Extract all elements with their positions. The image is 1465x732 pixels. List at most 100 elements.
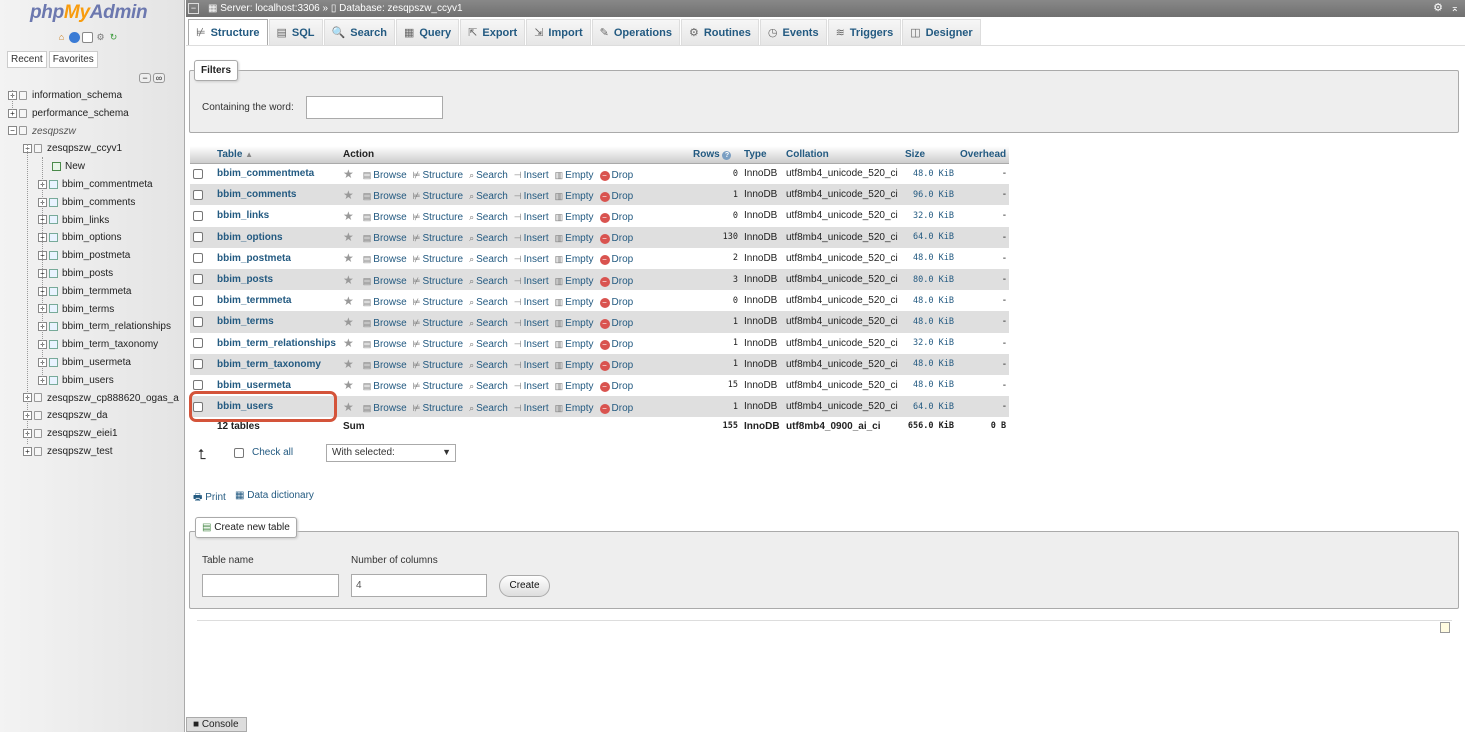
table-name[interactable]: bbim_usermeta	[217, 380, 291, 391]
tab-events[interactable]: ◷ Events	[759, 19, 827, 45]
tree-item[interactable]: + bbim_links	[38, 212, 109, 230]
drop-action[interactable]: − Drop	[599, 212, 633, 223]
browse-action[interactable]: ▤ Browse	[363, 297, 407, 308]
insert-action[interactable]: ⊣ Insert	[514, 381, 549, 392]
size-cell[interactable]: 48.0 KiB	[902, 374, 957, 397]
search-action[interactable]: ⌕ Search	[469, 170, 508, 181]
empty-action[interactable]: ▥ Empty	[555, 191, 594, 202]
insert-action[interactable]: ⊣ Insert	[514, 297, 549, 308]
row-checkbox[interactable]	[193, 316, 203, 327]
size-cell[interactable]: 48.0 KiB	[902, 290, 957, 312]
drop-action[interactable]: − Drop	[599, 276, 633, 287]
size-cell[interactable]: 48.0 KiB	[902, 311, 957, 333]
size-cell[interactable]: 48.0 KiB	[902, 247, 957, 269]
size-cell[interactable]: 48.0 KiB	[902, 353, 957, 375]
tree-item[interactable]: − zesqpszw	[8, 123, 76, 141]
insert-action[interactable]: ⊣ Insert	[514, 339, 549, 350]
tree-item[interactable]: + bbim_options	[38, 229, 121, 247]
structure-action[interactable]: ⊭ Structure	[413, 233, 463, 244]
breadcrumb-server[interactable]: Server: localhost:3306	[220, 3, 320, 14]
tab-sql[interactable]: ▤ SQL	[268, 19, 323, 45]
insert-action[interactable]: ⊣ Insert	[514, 170, 549, 181]
empty-action[interactable]: ▥ Empty	[555, 339, 594, 350]
star-icon[interactable]: ★	[343, 209, 354, 223]
reload-icon[interactable]: ↻	[108, 32, 119, 43]
star-icon[interactable]: ★	[343, 251, 354, 265]
browse-action[interactable]: ▤ Browse	[363, 339, 407, 350]
tree-item[interactable]: + bbim_comments	[38, 194, 135, 212]
gear-icon[interactable]: ⚙	[1433, 0, 1443, 17]
row-checkbox[interactable]	[193, 210, 203, 221]
tree-item[interactable]: + bbim_terms	[38, 301, 114, 319]
star-icon[interactable]: ★	[343, 167, 354, 181]
search-action[interactable]: ⌕ Search	[469, 297, 508, 308]
size-cell[interactable]: 32.0 KiB	[902, 332, 957, 354]
drop-action[interactable]: − Drop	[599, 233, 633, 245]
tree-item[interactable]: + bbim_termmeta	[38, 283, 131, 301]
row-checkbox[interactable]	[193, 253, 203, 264]
tree-item[interactable]: + bbim_commentmeta	[38, 176, 153, 194]
header-overhead[interactable]: Overhead	[957, 146, 1010, 164]
home-icon[interactable]: ⌂	[56, 32, 67, 43]
logout-icon[interactable]	[69, 32, 80, 43]
header-collation[interactable]: Collation	[783, 146, 902, 164]
tab-search[interactable]: 🔍 Search	[323, 19, 395, 45]
tree-item[interactable]: + bbim_usermeta	[38, 354, 131, 372]
table-name-cell[interactable]: bbim_posts	[214, 268, 340, 291]
size-cell[interactable]: 80.0 KiB	[902, 268, 957, 291]
number-of-columns-input[interactable]: 4	[351, 574, 487, 597]
recent-tab[interactable]: Recent	[7, 51, 47, 68]
phpmyadmin-logo[interactable]: phpMyAdmin	[30, 2, 148, 24]
tree-item[interactable]: + bbim_users	[38, 372, 114, 390]
insert-action[interactable]: ⊣ Insert	[514, 233, 549, 244]
browse-action[interactable]: ▤ Browse	[363, 191, 407, 202]
expand-icon[interactable]: −	[8, 126, 17, 136]
browse-action[interactable]: ▤ Browse	[363, 212, 407, 223]
star-icon[interactable]: ★	[343, 378, 354, 392]
table-name-cell[interactable]: bbim_term_taxonomy	[214, 353, 340, 375]
settings-icon[interactable]: ⚙	[95, 32, 106, 43]
help-icon[interactable]: ?	[722, 150, 732, 160]
insert-action[interactable]: ⊣ Insert	[514, 318, 549, 329]
search-action[interactable]: ⌕ Search	[469, 360, 508, 371]
structure-action[interactable]: ⊭ Structure	[413, 403, 463, 414]
table-name-cell[interactable]: bbim_options	[214, 226, 340, 248]
structure-action[interactable]: ⊭ Structure	[413, 191, 463, 202]
table-name-cell[interactable]: bbim_links	[214, 205, 340, 227]
structure-action[interactable]: ⊭ Structure	[413, 297, 463, 308]
size-cell[interactable]: 64.0 KiB	[902, 226, 957, 248]
header-type[interactable]: Type	[741, 146, 783, 164]
table-name-cell[interactable]: bbim_terms	[214, 311, 340, 333]
empty-action[interactable]: ▥ Empty	[555, 170, 594, 181]
search-action[interactable]: ⌕ Search	[469, 339, 508, 350]
browse-action[interactable]: ▤ Browse	[363, 360, 407, 371]
empty-action[interactable]: ▥ Empty	[555, 254, 594, 265]
table-name[interactable]: bbim_postmeta	[217, 253, 291, 264]
empty-action[interactable]: ▥ Empty	[555, 212, 594, 223]
insert-action[interactable]: ⊣ Insert	[514, 276, 549, 287]
tab-triggers[interactable]: ≋ Triggers	[827, 19, 902, 45]
size-cell[interactable]: 64.0 KiB	[902, 396, 957, 418]
with-selected-dropdown[interactable]: With selected: ▼	[326, 444, 456, 462]
tree-item[interactable]: + zesqpszw_test	[23, 443, 113, 461]
link-with-main-icon[interactable]: ∞	[153, 73, 165, 83]
search-action[interactable]: ⌕ Search	[469, 381, 508, 392]
tab-routines[interactable]: ⚙ Routines	[680, 19, 759, 45]
tree-item[interactable]: + bbim_term_relationships	[38, 318, 171, 336]
drop-action[interactable]: − Drop	[599, 339, 633, 351]
table-name[interactable]: bbim_terms	[217, 316, 274, 327]
table-name-cell[interactable]: bbim_postmeta	[214, 247, 340, 269]
tab-import[interactable]: ⇲ Import	[526, 19, 591, 45]
table-name-cell[interactable]: bbim_commentmeta	[214, 163, 340, 185]
tab-operations[interactable]: ✎ Operations	[591, 19, 680, 45]
star-icon[interactable]: ★	[343, 336, 354, 350]
table-name-cell[interactable]: bbim_termmeta	[214, 290, 340, 312]
row-checkbox[interactable]	[193, 337, 203, 348]
table-name[interactable]: bbim_links	[217, 210, 269, 221]
tab-structure[interactable]: ⊭ Structure	[188, 19, 268, 45]
browse-action[interactable]: ▤ Browse	[363, 381, 407, 392]
star-icon[interactable]: ★	[343, 188, 354, 202]
tree-item[interactable]: + zesqpszw_cp888620_ogas_a	[23, 390, 179, 408]
drop-action[interactable]: − Drop	[599, 297, 633, 308]
empty-action[interactable]: ▥ Empty	[555, 381, 594, 392]
